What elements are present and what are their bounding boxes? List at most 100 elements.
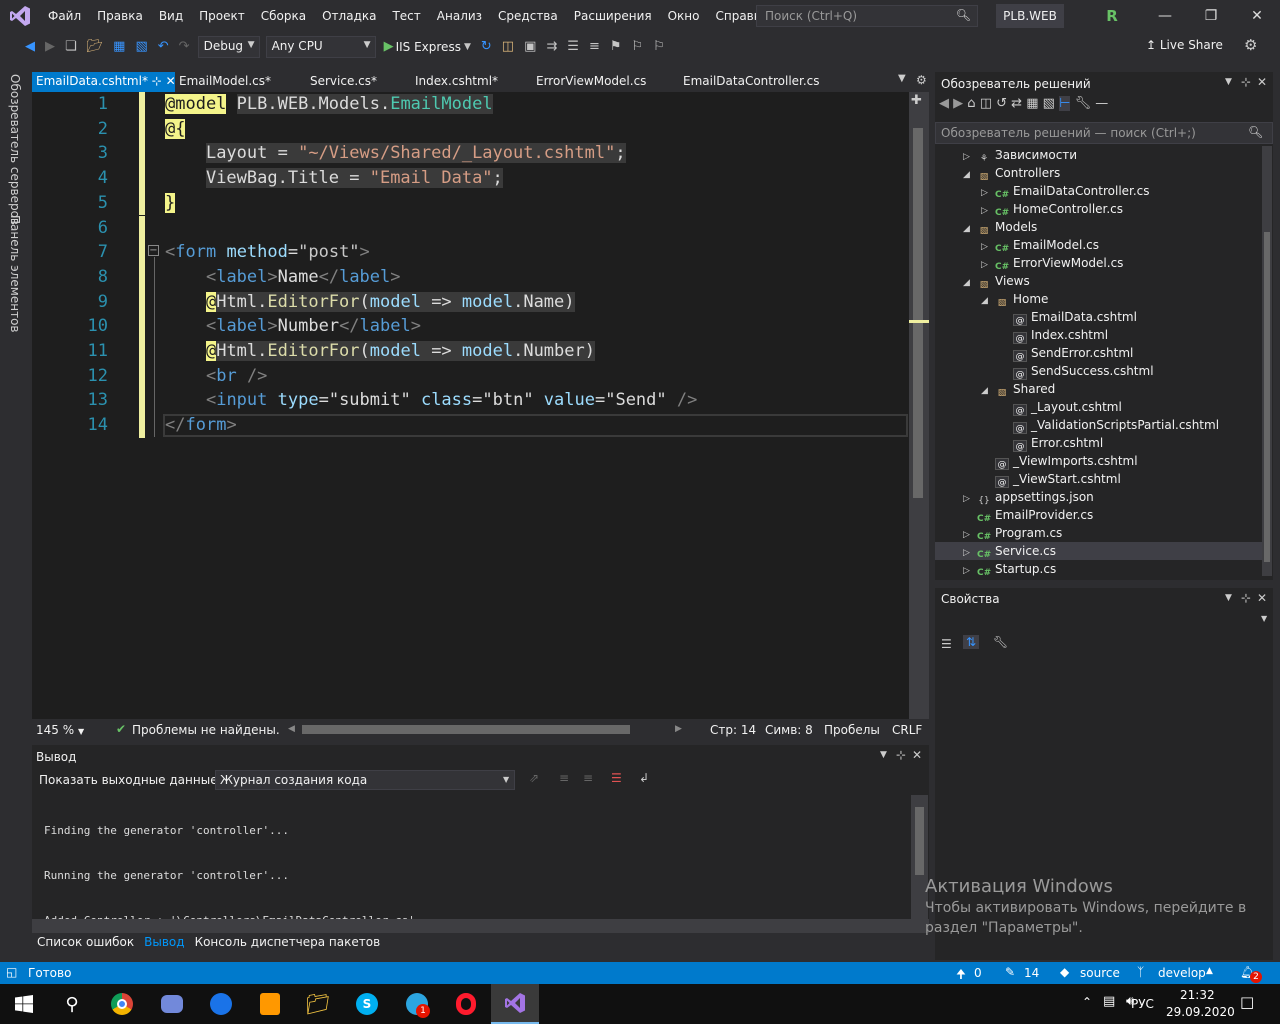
toolbox-tab[interactable]: Панель элементов	[8, 215, 22, 333]
run-icon[interactable]: ▶	[384, 33, 394, 61]
tab-output[interactable]: Вывод	[139, 934, 189, 954]
opera-icon[interactable]	[442, 984, 490, 1024]
output-horizontal-scrollbar[interactable]	[32, 919, 929, 933]
chevron-up-icon[interactable]: ▲	[1206, 966, 1213, 976]
solution-search-input[interactable]: Обозреватель решений — поиск (Ctrl+;) 🔍︎	[935, 122, 1273, 144]
server-explorer-tab[interactable]: Обозреватель серверов	[8, 74, 22, 225]
chevron-down-icon[interactable]: ▼	[464, 33, 471, 61]
property-pages-icon[interactable]: 🔧︎	[993, 635, 1008, 649]
step-icon[interactable]: ⇉	[546, 33, 557, 61]
back-icon[interactable]: ◀	[25, 33, 35, 61]
tree-item[interactable]: @ EmailData.cshtml	[1013, 308, 1137, 326]
repo-icon[interactable]: ◆	[1060, 965, 1069, 979]
search-icon[interactable]: ⚲	[48, 984, 96, 1024]
visual-studio-taskbar-icon[interactable]	[491, 984, 539, 1024]
search-input[interactable]: Поиск (Ctrl+Q) 🔍︎	[756, 5, 978, 27]
forward-icon[interactable]: ▶	[953, 96, 963, 111]
platform-select[interactable]: Any CPU ▼	[265, 36, 376, 58]
zoom-select[interactable]: 145 % ▼	[36, 723, 94, 739]
tab-error-list[interactable]: Список ошибок	[32, 934, 139, 954]
menu-edit[interactable]: Правка	[89, 0, 151, 32]
comment-icon[interactable]: ≡	[589, 33, 600, 61]
alphabetical-icon[interactable]: ⇅	[963, 635, 980, 649]
tree-item[interactable]: C# EmailProvider.cs	[977, 506, 1093, 524]
properties-object-select[interactable]: ▼	[935, 610, 1273, 630]
output-source-select[interactable]: Журнал создания кода ▼	[215, 770, 515, 790]
close-icon[interactable]: ✕	[912, 748, 922, 762]
tree-item[interactable]: @ SendError.cshtml	[1013, 344, 1133, 362]
back-icon[interactable]: ◀	[939, 96, 949, 111]
tree-item[interactable]: ▷ ⚘ Зависимости	[963, 146, 1077, 164]
word-wrap-icon[interactable]: ↲	[639, 771, 649, 785]
tree-item[interactable]: ◢ ▧ Controllers	[963, 164, 1060, 182]
scroll-right-icon[interactable]: ▶	[675, 724, 682, 734]
pending-changes-icon[interactable]: ↺	[996, 96, 1007, 111]
tab-overflow-icon[interactable]: ▼	[898, 73, 906, 84]
chevron-up-icon[interactable]: ⌃	[1082, 995, 1092, 1009]
split-icon[interactable]: ✚	[911, 93, 922, 108]
pin-icon[interactable]: ⊹	[1241, 75, 1251, 89]
pin-icon[interactable]: ⊹	[1241, 591, 1251, 605]
pencil-icon[interactable]: ✎	[1005, 965, 1015, 979]
solution-scroll-thumb[interactable]	[1264, 232, 1270, 562]
save-icon[interactable]: ▦	[113, 33, 125, 61]
tree-item[interactable]: ◢ ▧ Models	[963, 218, 1037, 236]
bookmark-prev-icon[interactable]: ⚐	[632, 33, 644, 61]
scroll-left-icon[interactable]: ◀	[288, 724, 300, 734]
tree-item[interactable]: ▷ C# EmailModel.cs	[981, 236, 1099, 254]
collapse-icon[interactable]: ◢	[963, 220, 977, 238]
preview-icon[interactable]: ⊢	[1059, 96, 1071, 111]
collapse-icon[interactable]: ◢	[963, 274, 977, 292]
tree-item-selected[interactable]: ▷ C# Service.cs	[935, 542, 1262, 560]
branch-name[interactable]: develop	[1158, 966, 1206, 980]
collapse-icon[interactable]: ◢	[981, 292, 995, 310]
changes-count[interactable]: 14	[1024, 966, 1039, 980]
clock-date[interactable]: 29.09.2020	[1166, 1005, 1235, 1019]
menu-extensions[interactable]: Расширения	[566, 0, 660, 32]
chevron-down-icon[interactable]: ▼	[880, 750, 887, 760]
run-target[interactable]: IIS Express	[396, 40, 461, 54]
tab-errorviewmodel[interactable]: ErrorViewModel.cs	[532, 72, 679, 92]
menu-build[interactable]: Сборка	[253, 0, 314, 32]
tree-item[interactable]: ◢ ▧ Home	[981, 290, 1048, 308]
maps-icon[interactable]	[197, 984, 245, 1024]
menu-tools[interactable]: Средства	[490, 0, 566, 32]
maximize-icon[interactable]: ❐	[1188, 0, 1234, 32]
tree-item[interactable]: @ _ViewStart.cshtml	[995, 470, 1121, 488]
tab-emailmodel[interactable]: EmailModel.cs*	[175, 72, 306, 92]
minus-icon[interactable]: —	[1095, 96, 1108, 111]
save-all-icon[interactable]: ▧	[135, 33, 147, 61]
horizontal-scroll-thumb[interactable]	[302, 725, 630, 734]
collapse-icon[interactable]: −	[148, 245, 159, 256]
scroll-thumb[interactable]	[913, 128, 923, 498]
next-message-icon[interactable]: ≡	[583, 771, 593, 785]
new-project-icon[interactable]: ❏	[65, 33, 77, 61]
find-message-icon[interactable]: ⇗	[529, 771, 539, 785]
menu-test[interactable]: Тест	[384, 0, 428, 32]
settings-icon[interactable]: ⚙	[916, 73, 927, 87]
minimize-icon[interactable]: —	[1142, 0, 1188, 32]
chevron-down-icon[interactable]: ▼	[1225, 593, 1232, 603]
tab-emaildatacontroller[interactable]: EmailDataController.cs	[679, 72, 849, 92]
close-icon[interactable]: ✕	[1257, 591, 1267, 605]
avatar[interactable]: R	[1100, 4, 1124, 28]
tree-item[interactable]: ▷ C# Startup.cs	[963, 560, 1056, 578]
action-center-icon[interactable]: □	[1240, 993, 1254, 1011]
show-all-icon[interactable]: ▧	[1043, 96, 1055, 111]
menu-debug[interactable]: Отладка	[314, 0, 384, 32]
tree-item[interactable]: ◢ ▧ Views	[963, 272, 1030, 290]
tree-item[interactable]: ▷ C# Program.cs	[963, 524, 1062, 542]
language-indicator[interactable]: РУС	[1131, 997, 1154, 1011]
tree-item[interactable]: @ _ValidationScriptsPartial.cshtml	[1013, 416, 1219, 434]
chrome-icon[interactable]	[98, 984, 146, 1024]
close-icon[interactable]: ✕	[1257, 75, 1267, 89]
output-scroll-thumb[interactable]	[915, 807, 924, 875]
prev-message-icon[interactable]: ≡	[559, 771, 569, 785]
whitespace-indicator[interactable]: Пробелы	[824, 723, 880, 737]
open-folder-icon[interactable]: 📂︎	[87, 33, 104, 61]
collapse-icon[interactable]: ◢	[963, 166, 977, 184]
pin-icon[interactable]: ⊹	[152, 74, 162, 88]
problems-label[interactable]: Проблемы не найдены.	[132, 723, 280, 737]
undo-icon[interactable]: ↶	[158, 33, 169, 61]
windows-start-icon[interactable]	[0, 984, 48, 1024]
